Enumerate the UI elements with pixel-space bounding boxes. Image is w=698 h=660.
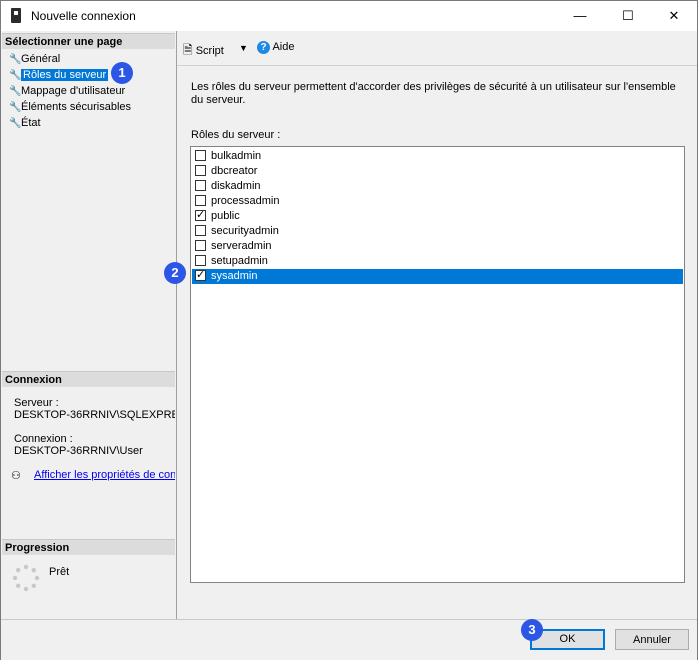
- server-label: Serveur :: [14, 397, 59, 409]
- role-row[interactable]: processadmin: [192, 194, 683, 209]
- server-value: DESKTOP-36RRNIV\SQLEXPRESS: [14, 409, 175, 421]
- role-row[interactable]: setupadmin: [192, 254, 683, 269]
- wrench-icon: 🔧: [9, 86, 22, 97]
- progress-header: Progression: [2, 539, 175, 555]
- connection-properties-icon: ⚇: [11, 470, 21, 482]
- role-row[interactable]: ✓ public: [192, 209, 683, 224]
- step-marker-3: 3: [521, 619, 543, 641]
- nav-item-securables[interactable]: 🔧Éléments sécurisables: [9, 100, 131, 115]
- roles-description: Les rôles du serveur permettent d'accord…: [191, 81, 676, 106]
- script-button[interactable]: 🗎 Script: [183, 41, 224, 62]
- check-icon: ✓: [196, 209, 206, 221]
- step-marker-1: 1: [111, 62, 133, 84]
- properties-row: ⚇ Afficher les propriétés de connexion: [1, 468, 175, 484]
- role-row[interactable]: securityadmin: [192, 224, 683, 239]
- script-icon: 🗎: [183, 43, 193, 57]
- role-row[interactable]: dbcreator: [192, 164, 683, 179]
- role-checkbox[interactable]: [195, 195, 206, 206]
- connection-header: Connexion: [2, 371, 175, 387]
- check-icon: ✓: [196, 269, 206, 281]
- role-row[interactable]: serveradmin: [192, 239, 683, 254]
- step-marker-2: 2: [164, 262, 186, 284]
- connection-value: DESKTOP-36RRNIV\User: [14, 445, 143, 457]
- role-checkbox[interactable]: ✓: [195, 209, 206, 221]
- nav-item-user-mapping[interactable]: 🔧Mappage d'utilisateur: [9, 84, 125, 99]
- wrench-icon: 🔧: [9, 118, 22, 129]
- role-row-selected[interactable]: ✓ sysadmin: [192, 269, 683, 284]
- title-bar: Nouvelle connexion — ☐ ✕: [1, 1, 697, 31]
- connection-label: Connexion :: [14, 433, 73, 445]
- connection-info: Serveur : DESKTOP-36RRNIV\SQLEXPRESS Con…: [1, 396, 175, 476]
- right-panel: 🗎 Script ▼ ? Aide Les rôles du serveur p…: [177, 31, 697, 619]
- role-checkbox[interactable]: [195, 255, 206, 266]
- roles-list: bulkadmin dbcreator diskadmin processadm…: [190, 146, 685, 583]
- nav-item-status[interactable]: 🔧État: [9, 116, 41, 131]
- wrench-icon: 🔧: [9, 102, 22, 113]
- cancel-button[interactable]: Annuler: [615, 629, 689, 650]
- dialog-window: Nouvelle connexion — ☐ ✕ Sélectionner un…: [0, 0, 698, 660]
- progress-status: Prêt: [49, 566, 70, 578]
- wrench-icon: 🔧: [9, 54, 22, 65]
- nav-item-general[interactable]: 🔧Général: [9, 52, 60, 67]
- select-page-header: Sélectionner une page: [2, 33, 175, 49]
- role-checkbox[interactable]: ✓: [195, 269, 206, 281]
- nav-item-server-roles[interactable]: 🔧 Rôles du serveur: [9, 68, 109, 83]
- close-button[interactable]: ✕: [651, 1, 697, 31]
- role-checkbox[interactable]: [195, 180, 206, 191]
- app-icon: [11, 8, 21, 23]
- connection-properties-link[interactable]: Afficher les propriétés de connexion: [34, 469, 175, 481]
- role-checkbox[interactable]: [195, 225, 206, 236]
- script-dropdown-chevron-icon[interactable]: ▼: [239, 43, 248, 53]
- role-row[interactable]: diskadmin: [192, 179, 683, 194]
- role-checkbox[interactable]: [195, 150, 206, 161]
- role-checkbox[interactable]: [195, 165, 206, 176]
- toolbar: 🗎 Script ▼ ? Aide: [177, 31, 697, 66]
- minimize-button[interactable]: —: [557, 1, 603, 31]
- role-row[interactable]: bulkadmin: [192, 149, 683, 164]
- left-panel: Sélectionner une page 🔧Général 🔧 Rôles du…: [1, 31, 177, 619]
- help-icon: ?: [257, 41, 270, 54]
- role-checkbox[interactable]: [195, 240, 206, 251]
- maximize-button[interactable]: ☐: [605, 1, 651, 31]
- window-title: Nouvelle connexion: [31, 9, 136, 23]
- roles-list-label: Rôles du serveur :: [191, 129, 281, 141]
- help-button[interactable]: ? Aide: [257, 41, 294, 54]
- progress-spinner-icon: [12, 564, 40, 592]
- wrench-icon: 🔧: [9, 70, 22, 81]
